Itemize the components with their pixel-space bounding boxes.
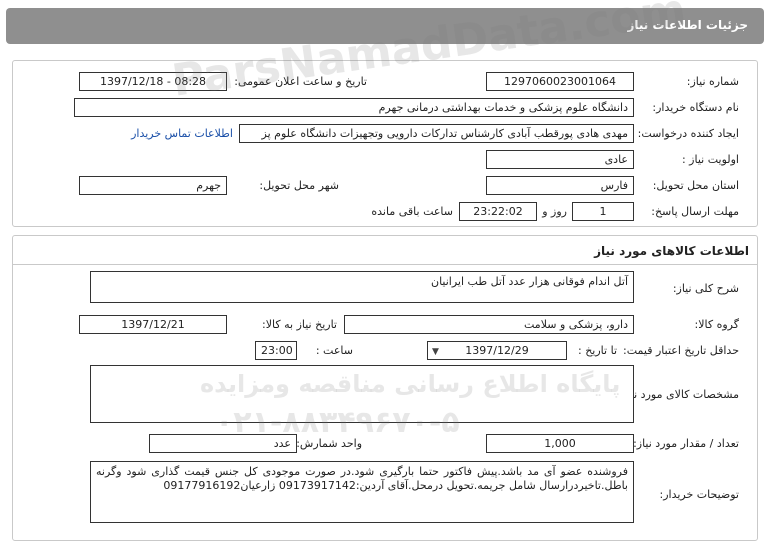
remaining-time-label: ساعت باقی مانده (371, 205, 453, 218)
goods-group-select[interactable]: دارو، پزشکی و سلامت (344, 315, 634, 334)
need-date-label: تاریخ نیاز به کالا: (262, 318, 337, 331)
unit-label: واحد شمارش: (296, 437, 362, 450)
page-header: جزئیات اطلاعات نیاز (6, 8, 764, 44)
quantity-label: تعداد / مقدار مورد نیاز: (633, 437, 739, 450)
price-validity-label: حداقل تاریخ اعتبار قیمت: (623, 344, 739, 357)
province-field[interactable]: فارس (486, 176, 634, 195)
days-unit-label: روز و (542, 205, 567, 218)
hour-label: ساعت : (315, 344, 353, 357)
priority-field[interactable]: عادی (486, 150, 634, 169)
city-label: شهر محل تحویل: (259, 179, 339, 192)
section-divider (13, 264, 757, 265)
announce-datetime-label: تاریخ و ساعت اعلان عمومی: (234, 75, 367, 88)
deadline-days-field[interactable]: 1 (572, 202, 634, 221)
deadline-label: مهلت ارسال پاسخ: (651, 205, 739, 218)
specs-label: مشخصات کالای مورد نیاز: (618, 388, 739, 401)
buyer-field[interactable]: دانشگاه علوم پزشکی و خدمات بهداشتی درمان… (74, 98, 634, 117)
unit-field[interactable]: عدد (149, 434, 297, 453)
goods-group-label: گروه کالا: (694, 318, 739, 331)
summary-field[interactable]: آتل اندام فوقانی هزار عدد آتل طب ایرانیا… (90, 271, 634, 303)
goods-info-panel: اطلاعات کالاهای مورد نیاز شرح کلی نیاز: … (12, 235, 758, 541)
requester-label: ایجاد کننده درخواست: (637, 127, 739, 140)
quantity-field[interactable]: 1,000 (486, 434, 634, 453)
buyer-label: نام دستگاه خریدار: (652, 101, 739, 114)
requester-field[interactable]: مهدی هادی پورقطب آبادی کارشناس تدارکات د… (239, 124, 634, 143)
announce-datetime-field[interactable]: 1397/12/18 - 08:28 (79, 72, 227, 91)
province-label: استان محل تحویل: (652, 179, 739, 192)
need-date-field[interactable]: 1397/12/21 (79, 315, 227, 334)
calendar-dropdown-icon[interactable]: ▼ (432, 344, 439, 359)
buyer-notes-label: توضیحات خریدار: (659, 488, 740, 501)
priority-label: اولویت نیاز : (681, 153, 739, 166)
need-info-panel: شماره نیاز: 1297060023001064 تاریخ و ساع… (12, 60, 758, 227)
hour-field[interactable]: 23:00 (255, 341, 297, 360)
specs-field[interactable] (90, 365, 634, 423)
city-field[interactable]: جهرم (79, 176, 227, 195)
to-date-value: 1397/12/29 (465, 344, 529, 357)
need-number-label: شماره نیاز: (686, 75, 739, 88)
need-number-field[interactable]: 1297060023001064 (486, 72, 634, 91)
to-date-field[interactable]: 1397/12/29 ▼ (427, 341, 567, 360)
goods-group-value: دارو، پزشکی و سلامت (524, 318, 628, 331)
goods-section-title: اطلاعات کالاهای مورد نیاز (594, 244, 749, 258)
buyer-notes-field[interactable]: فروشنده عضو آی مد باشد.پیش فاکتور حتما ب… (90, 461, 634, 523)
page-title: جزئیات اطلاعات نیاز (627, 18, 748, 32)
to-date-label: تا تاریخ : (578, 344, 617, 357)
buyer-contact-link[interactable]: اطلاعات تماس خریدار (131, 127, 233, 140)
summary-label: شرح کلی نیاز: (672, 282, 739, 295)
deadline-time-field[interactable]: 23:22:02 (459, 202, 537, 221)
